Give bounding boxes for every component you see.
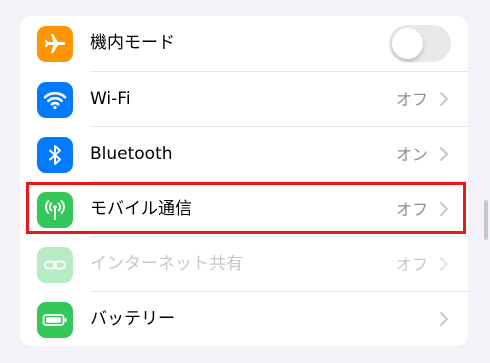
- battery-label: バッテリー: [90, 309, 175, 329]
- bluetooth-label: Bluetooth: [90, 144, 173, 164]
- wifi-icon: [37, 82, 73, 118]
- airplane-icon: [37, 26, 73, 62]
- bluetooth-status: オン: [395, 145, 428, 164]
- chevron-right-icon: [440, 92, 448, 106]
- wifi-label: Wi-Fi: [90, 89, 131, 109]
- chevron-right-icon: [440, 312, 448, 326]
- airplane-mode-label: 機内モード: [90, 33, 175, 53]
- bluetooth-icon: [37, 137, 73, 173]
- airplane-mode-row[interactable]: 機内モード: [20, 16, 468, 71]
- personal-hotspot-row: インターネット共有 オフ: [20, 237, 468, 292]
- wifi-row[interactable]: Wi-Fi オフ: [20, 72, 468, 127]
- settings-card: 機内モード Wi-Fi オフ Bluetooth オン モバイル通信 オフ イン…: [20, 16, 468, 346]
- chevron-right-icon: [440, 147, 448, 161]
- link-icon: [37, 247, 73, 283]
- battery-icon: [37, 302, 73, 338]
- toggle-knob: [392, 28, 423, 59]
- personal-hotspot-status: オフ: [395, 255, 428, 274]
- wifi-status: オフ: [395, 90, 428, 109]
- chevron-right-icon: [440, 257, 448, 271]
- bluetooth-row[interactable]: Bluetooth オン: [20, 127, 468, 182]
- scrollbar[interactable]: [484, 200, 488, 240]
- battery-row[interactable]: バッテリー: [20, 292, 468, 346]
- personal-hotspot-label: インターネット共有: [90, 254, 243, 274]
- airplane-mode-toggle[interactable]: [389, 25, 451, 62]
- highlight-box: [26, 182, 466, 234]
